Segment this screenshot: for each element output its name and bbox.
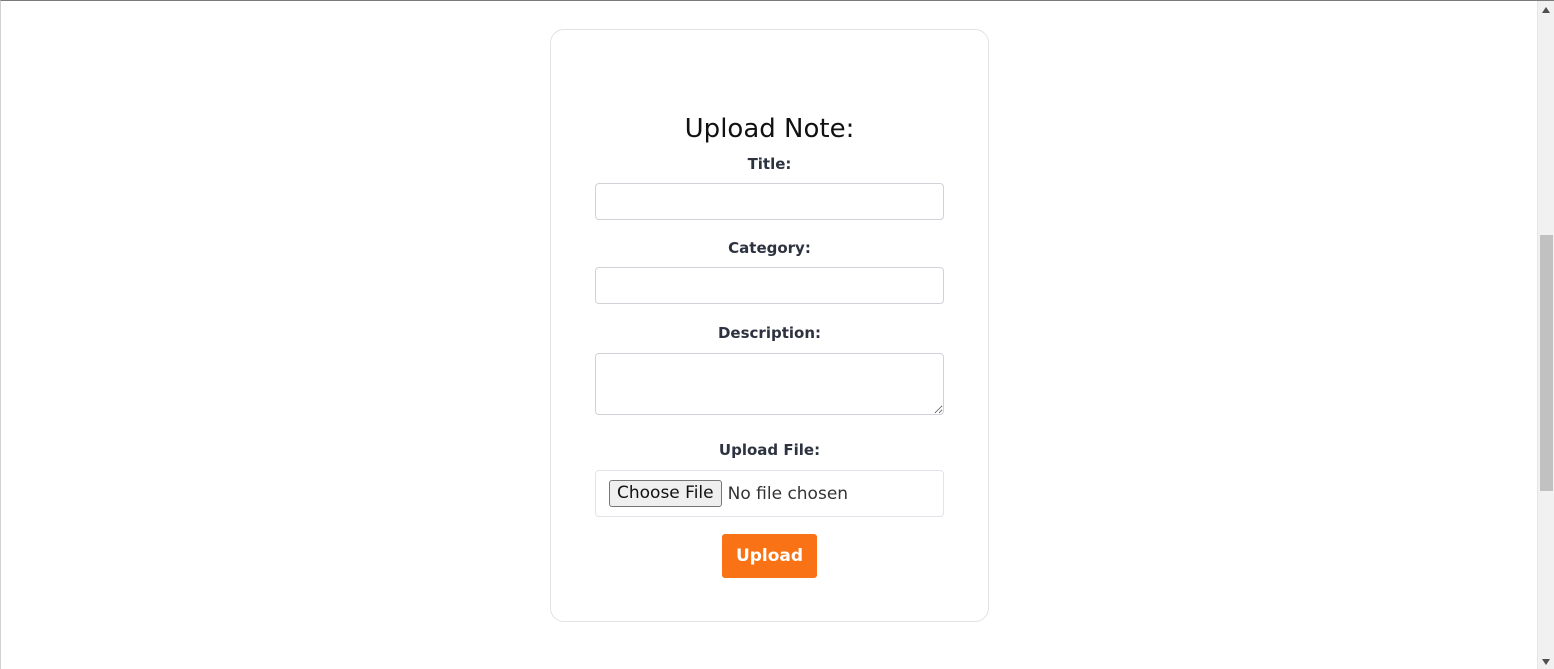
description-label: Description: — [717, 324, 821, 342]
description-textarea[interactable] — [595, 353, 944, 415]
form-heading: Upload Note: — [684, 114, 855, 144]
upload-file-label: Upload File: — [718, 441, 821, 459]
file-status-text: No file chosen — [727, 483, 849, 504]
file-input[interactable]: Choose File No file chosen — [595, 470, 944, 517]
vertical-scrollbar[interactable] — [1537, 1, 1554, 669]
scrollbar-thumb[interactable] — [1540, 235, 1553, 491]
category-label: Category: — [728, 239, 811, 257]
page-viewport: Upload Note: Title: Category: Descriptio… — [0, 0, 1554, 669]
caret-up-icon[interactable] — [1538, 1, 1554, 18]
upload-note-card: Upload Note: Title: Category: Descriptio… — [550, 29, 989, 622]
category-input[interactable] — [595, 267, 944, 304]
caret-down-icon[interactable] — [1538, 653, 1554, 669]
title-input[interactable] — [595, 183, 944, 220]
upload-button[interactable]: Upload — [722, 534, 817, 578]
choose-file-button[interactable]: Choose File — [609, 480, 722, 507]
title-label: Title: — [747, 155, 792, 173]
